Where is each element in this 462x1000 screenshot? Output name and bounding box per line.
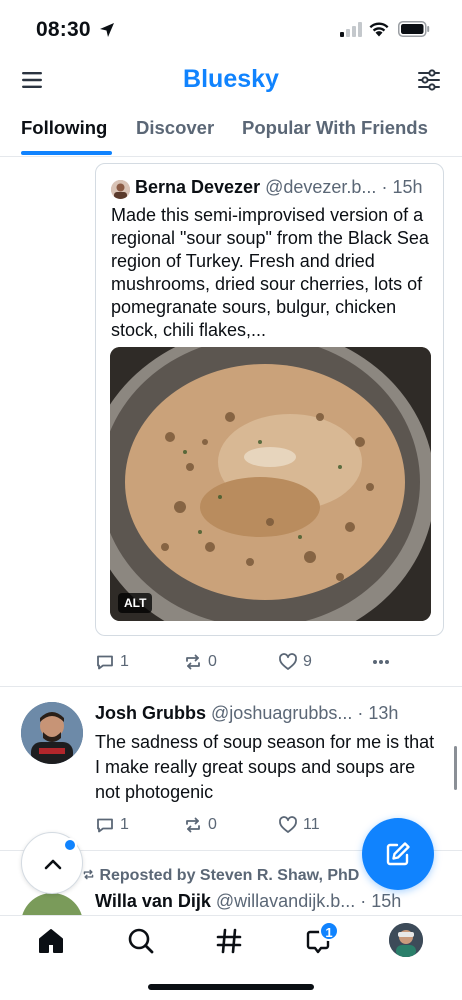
heart-icon: [279, 653, 297, 670]
compose-post-button[interactable]: [362, 818, 434, 890]
next-post-header: Willa van Dijk @willavandijk.b... · 15h: [95, 891, 425, 912]
post-divider: [0, 686, 462, 687]
quoted-post-card[interactable]: Berna Devezer @devezer.b... · 15h Made t…: [95, 163, 444, 636]
post-header: Josh Grubbs @joshuagrubbs... · 13h: [95, 703, 415, 724]
new-posts-dot: [63, 838, 77, 852]
next-author-handle[interactable]: @willavandijk.b...: [216, 891, 355, 911]
more-dots-icon: [373, 660, 389, 664]
repost-button[interactable]: 0: [183, 650, 217, 674]
reply-button[interactable]: 1: [95, 650, 129, 674]
like-button[interactable]: 11: [278, 813, 320, 837]
like-button[interactable]: 9: [278, 650, 312, 674]
repost-label: Reposted by Steven R. Shaw, PhD: [99, 867, 360, 884]
alt-text-badge[interactable]: ALT: [118, 593, 153, 613]
home-indicator: [148, 984, 314, 990]
compose-pencil-icon: [386, 842, 410, 866]
feed-tabs: Following Discover Popular With Friends: [0, 113, 462, 157]
chevron-up-icon: [44, 859, 62, 870]
repost-icon: [186, 654, 200, 670]
next-post-time: · 15h: [360, 891, 402, 911]
quoted-author-handle[interactable]: @devezer.b...: [265, 177, 376, 197]
scrollbar[interactable]: [454, 746, 457, 790]
status-bar: 08:30: [0, 0, 462, 58]
heart-icon: [279, 816, 297, 833]
repost-count: 0: [208, 816, 217, 833]
reply-count: 1: [120, 816, 129, 833]
search-icon[interactable]: [126, 926, 156, 956]
post-actions: 1 0 11: [95, 813, 405, 837]
author-avatar[interactable]: [21, 702, 83, 764]
location-arrow-icon: [100, 23, 114, 37]
tab-popular-with-friends[interactable]: Popular With Friends: [242, 117, 428, 139]
repost-attribution[interactable]: Reposted by Steven R. Shaw, PhD: [82, 867, 359, 885]
repost-icon: [186, 817, 200, 833]
quoted-post-image[interactable]: ALT: [110, 347, 431, 621]
app-title: Bluesky: [183, 65, 279, 93]
sliders-icon[interactable]: [417, 68, 441, 92]
tab-following[interactable]: Following: [21, 117, 107, 139]
battery-icon: [398, 21, 430, 37]
reply-icon: [97, 818, 113, 833]
quoted-post-time: · 15h: [381, 177, 423, 197]
post-actions: 1 0 9: [95, 650, 405, 674]
quoted-author-avatar[interactable]: [111, 180, 130, 199]
quoted-post-text: Made this semi-improvised version of a r…: [111, 205, 429, 340]
wifi-icon: [369, 22, 389, 37]
home-icon[interactable]: [36, 926, 66, 956]
next-author-name[interactable]: Willa van Dijk: [95, 891, 211, 911]
profile-avatar[interactable]: [389, 923, 423, 957]
cellular-signal-icon: [340, 22, 362, 37]
reply-button[interactable]: 1: [95, 813, 129, 837]
more-options-button[interactable]: [371, 650, 391, 674]
post-text: The sadness of soup season for me is tha…: [95, 732, 435, 802]
bottom-navigation: 1: [0, 915, 462, 1000]
repost-button[interactable]: 0: [183, 813, 217, 837]
reply-count: 1: [120, 653, 129, 670]
reply-icon: [97, 655, 113, 670]
author-handle[interactable]: @joshuagrubbs...: [211, 703, 352, 723]
author-name[interactable]: Josh Grubbs: [95, 703, 206, 723]
tab-discover[interactable]: Discover: [136, 117, 214, 139]
status-time: 08:30: [36, 18, 91, 41]
quoted-post-header: Berna Devezer @devezer.b... · 15h: [135, 177, 435, 198]
quoted-author-name[interactable]: Berna Devezer: [135, 177, 260, 197]
hashtag-icon[interactable]: [214, 926, 244, 956]
active-tab-indicator: [21, 151, 112, 155]
notifications-badge: 1: [319, 921, 339, 941]
repost-count: 0: [208, 653, 217, 670]
like-count: 11: [303, 816, 320, 833]
repost-small-icon: [83, 869, 94, 880]
post-time: · 13h: [357, 703, 399, 723]
like-count: 9: [303, 653, 312, 670]
